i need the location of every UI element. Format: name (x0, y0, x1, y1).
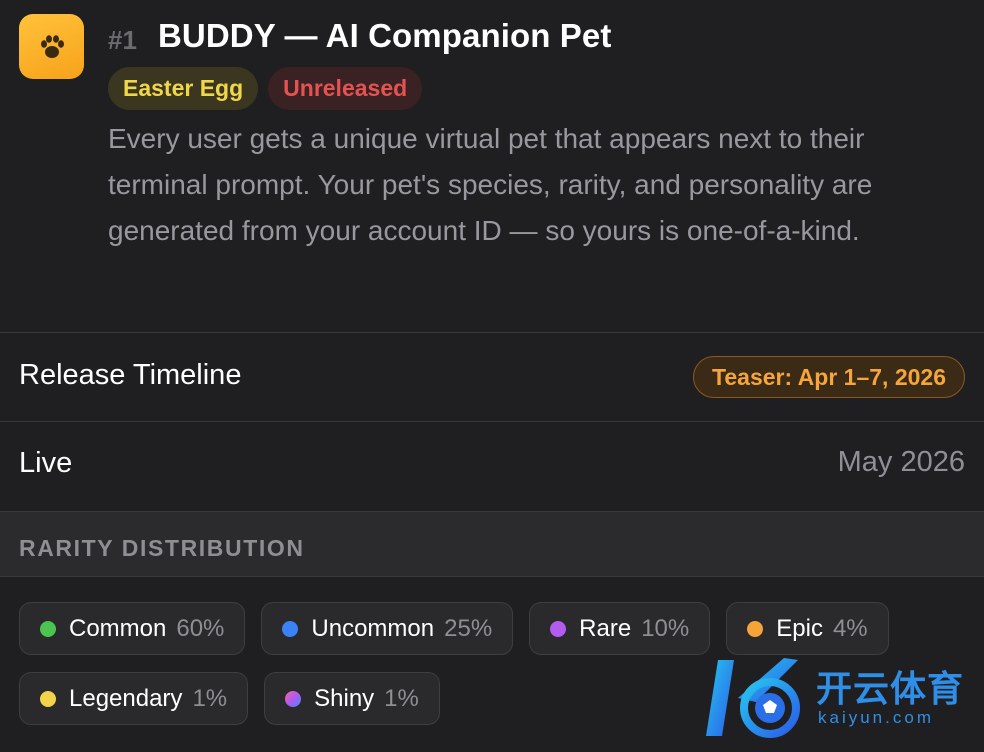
rarity-chip-legendary: Legendary 1% (19, 672, 249, 725)
rarity-chip-shiny: Shiny 1% (264, 672, 440, 725)
rarity-name: Rare (579, 614, 632, 642)
divider (0, 332, 984, 333)
feature-rank: #1 (108, 25, 137, 55)
rarity-chip-epic: Epic 4% (726, 602, 889, 655)
watermark-logo: 开云体育 kaiyun.com (698, 650, 978, 748)
easter-egg-badge: Easter Egg (108, 67, 259, 110)
rarity-percent: 25% (444, 614, 493, 642)
teaser-date-badge: Teaser: Apr 1–7, 2026 (693, 356, 965, 398)
rarity-chip-rare: Rare 10% (529, 602, 711, 655)
paw-icon (19, 14, 84, 79)
watermark-text-cn: 开云体育 (816, 668, 965, 709)
rarity-chip-uncommon: Uncommon 25% (261, 602, 514, 655)
rarity-percent: 1% (384, 684, 419, 712)
yellow-dot-icon (40, 690, 56, 707)
orange-dot-icon (747, 620, 764, 637)
rarity-name: Legendary (69, 684, 183, 712)
unreleased-badge: Unreleased (268, 67, 423, 110)
watermark-text-en: kaiyun.com (818, 708, 934, 727)
green-dot-icon (40, 620, 56, 637)
live-date-value: May 2026 (837, 446, 965, 478)
rarity-name: Common (69, 614, 167, 642)
divider (0, 576, 984, 577)
gradient-dot-icon (285, 690, 302, 707)
rarity-percent: 4% (832, 614, 868, 642)
rarity-percent: 60% (176, 614, 225, 642)
badge-group: Easter Egg Unreleased (108, 67, 423, 110)
rarity-name: Uncommon (311, 614, 435, 642)
feature-title: BUDDY — AI Companion Pet (158, 17, 612, 54)
rarity-percent: 1% (192, 684, 228, 712)
feature-description: Every user gets a unique virtual pet tha… (108, 123, 873, 246)
divider (0, 421, 984, 422)
rarity-section-title: RARITY DISTRIBUTION (19, 535, 305, 561)
rarity-percent: 10% (641, 614, 690, 642)
feature-header: #1 BUDDY — AI Companion Pet Easter Egg U… (0, 0, 984, 333)
purple-dot-icon (550, 620, 567, 637)
live-label: Live (19, 447, 73, 479)
release-timeline-label: Release Timeline (19, 359, 242, 391)
rarity-chip-common: Common 60% (19, 602, 246, 655)
rarity-name: Epic (776, 614, 823, 642)
blue-dot-icon (282, 620, 299, 637)
watermark-k-icon (706, 658, 800, 738)
rarity-name: Shiny (314, 684, 375, 712)
